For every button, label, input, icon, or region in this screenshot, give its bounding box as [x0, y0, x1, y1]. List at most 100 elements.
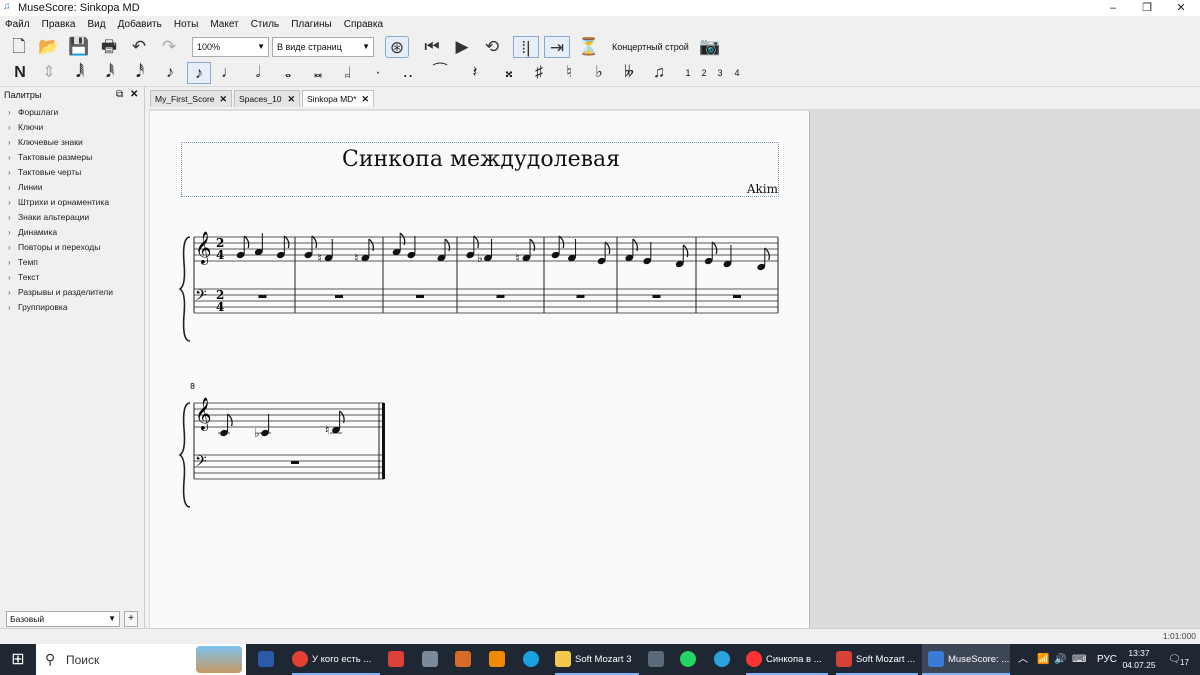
menu-style[interactable]: Стиль	[251, 17, 279, 33]
keyboard-icon[interactable]: ⌨	[1072, 644, 1086, 675]
rest-icon[interactable]: 𝄽	[463, 62, 487, 84]
office-app-icon[interactable]	[455, 644, 475, 675]
maximize-button[interactable]: ❐	[1132, 0, 1162, 16]
palette-item[interactable]: › Штрихи и орнаментика	[8, 197, 109, 207]
voice-4-button[interactable]: 4	[729, 62, 745, 84]
palette-item[interactable]: › Текст	[8, 272, 39, 282]
metronome-icon[interactable]: ⏳	[578, 36, 600, 58]
palette-item[interactable]: › Линии	[8, 182, 43, 192]
save-icon[interactable]: 💾	[68, 36, 90, 58]
taskbar-app-soft-mozart-folder[interactable]: Soft Mozart 3	[555, 644, 639, 675]
windows-start-icon[interactable]: ⊞	[0, 644, 36, 675]
double-dot-icon[interactable]: ‥	[396, 62, 420, 84]
note-32nd-icon[interactable]: 𝅘𝅥𝅱	[98, 62, 122, 84]
menu-file[interactable]: Файл	[5, 17, 30, 33]
note-64th-icon[interactable]: 𝅘𝅥𝅲	[68, 62, 92, 84]
volume-icon[interactable]: 🔊	[1054, 644, 1066, 675]
palette-item[interactable]: › Динамика	[8, 227, 57, 237]
tie-icon[interactable]: ⁀	[428, 62, 452, 84]
telegram-icon[interactable]	[714, 644, 734, 675]
print-icon[interactable]: 🖶	[98, 36, 120, 58]
clock[interactable]: 13:37 04.07.25	[1120, 647, 1158, 671]
flat-icon[interactable]: ♭	[587, 62, 611, 84]
add-workspace-button[interactable]: +	[124, 611, 138, 627]
close-tab-icon[interactable]: ✕	[219, 91, 227, 107]
anydesk-icon[interactable]	[388, 644, 408, 675]
taskbar-app-chrome[interactable]: У кого есть ...	[292, 644, 380, 675]
minimize-button[interactable]: ‒	[1098, 0, 1128, 16]
menu-notes[interactable]: Ноты	[174, 17, 198, 33]
tab-sinkopa-md[interactable]: Sinkopa MD* ✕	[302, 90, 374, 107]
menu-help[interactable]: Справка	[344, 17, 383, 33]
note-16th-icon[interactable]: 𝅘𝅥𝅰	[128, 62, 152, 84]
taskbar-app-musescore[interactable]: MuseScore: ...	[922, 644, 1010, 675]
note-longa-icon[interactable]: 𝆷	[336, 62, 360, 84]
palette-item[interactable]: › Темп	[8, 257, 38, 267]
voice-3-button[interactable]: 3	[712, 62, 728, 84]
tab-spaces-10[interactable]: Spaces_10 ✕	[234, 90, 300, 107]
skype-icon[interactable]	[523, 644, 543, 675]
close-window-button[interactable]: ✕	[1166, 0, 1196, 16]
voice-2-button[interactable]: 2	[696, 62, 712, 84]
workspace-select[interactable]: Базовый ▼	[6, 611, 120, 627]
sharp-icon[interactable]: ♯	[527, 62, 551, 84]
vlc-icon[interactable]	[489, 644, 509, 675]
chevron-up-icon[interactable]: ︿	[1018, 644, 1028, 675]
note-quarter-icon[interactable]: ♩	[217, 62, 241, 84]
taskbar-app-soft-mozart[interactable]: Soft Mozart ...	[836, 644, 918, 675]
score-notation[interactable]: 𝄞 24𝄢 24♮ ♮ ♭ ♮8𝄞𝄢♭ ♮	[150, 111, 810, 628]
view-mode-select[interactable]: В виде страниц ▼	[272, 37, 374, 57]
open-folder-icon[interactable]: 📂	[38, 36, 60, 58]
palette-item[interactable]: › Группировка	[8, 302, 68, 312]
menu-layout[interactable]: Макет	[210, 17, 238, 33]
menu-add[interactable]: Добавить	[118, 17, 162, 33]
undock-icon[interactable]: ⧉	[116, 89, 123, 100]
zoom-select[interactable]: 100% ▼	[192, 37, 269, 57]
augmentation-dot-icon[interactable]: ·	[366, 62, 390, 84]
palette-item[interactable]: › Ключи	[8, 122, 43, 132]
redo-icon[interactable]: ↷	[158, 36, 180, 58]
midi-input-icon[interactable]: ⊛	[385, 36, 409, 58]
menu-view[interactable]: Вид	[88, 17, 106, 33]
score-page[interactable]: Синкопа междудолевая Akim 𝄞 2 4 𝄢 2 4 ♮ ♮ ♭ ♮ 8 𝄞 𝄢 ♭…	[150, 111, 810, 628]
respell-icon[interactable]: ⇕	[37, 62, 61, 84]
palette-item[interactable]: › Форшлаги	[8, 107, 58, 117]
concert-pitch-toggle[interactable]: Концертный строй	[612, 42, 689, 52]
close-tab-icon[interactable]: ✕	[361, 91, 369, 107]
flip-direction-icon[interactable]: ♫	[647, 62, 671, 84]
pan-score-icon[interactable]: ⇥	[544, 36, 570, 58]
note-input-mode-icon[interactable]: N	[8, 62, 32, 84]
note-breve-icon[interactable]: 𝅜	[306, 62, 330, 84]
menu-edit[interactable]: Правка	[42, 17, 76, 33]
taskbar-search[interactable]: ⚲ Поиск	[36, 644, 246, 675]
palette-item[interactable]: › Тактовые размеры	[8, 152, 92, 162]
notifications-icon[interactable]: 🗨	[1168, 644, 1181, 675]
storage-app-icon[interactable]	[258, 644, 278, 675]
palette-item[interactable]: › Разрывы и разделители	[8, 287, 113, 297]
new-score-icon[interactable]: 🗋	[8, 36, 30, 58]
palette-item[interactable]: › Знаки альтерации	[8, 212, 89, 222]
palette-item[interactable]: › Повторы и переходы	[8, 242, 100, 252]
rewind-icon[interactable]: ⏮	[421, 36, 443, 58]
tab-my-first-score[interactable]: My_First_Score ✕	[150, 90, 232, 107]
note-whole-icon[interactable]: 𝅝	[276, 62, 300, 84]
play-repeats-icon[interactable]: ⁞|	[513, 36, 539, 58]
taskbar-app-yandex[interactable]: Синкопа в ...	[746, 644, 828, 675]
note-eighth-icon[interactable]: ♪	[158, 62, 182, 84]
note-half-icon[interactable]: 𝅗𝅥	[246, 62, 270, 84]
close-icon[interactable]: ✕	[130, 89, 138, 100]
play-icon[interactable]: ▶	[451, 36, 473, 58]
calculator-icon[interactable]	[648, 644, 668, 675]
double-flat-icon[interactable]: 𝄫	[617, 62, 641, 84]
palette-item[interactable]: › Тактовые черты	[8, 167, 81, 177]
menu-plugins[interactable]: Плагины	[291, 17, 332, 33]
natural-icon[interactable]: ♮	[557, 62, 581, 84]
language-indicator[interactable]: РУС	[1097, 644, 1117, 675]
whatsapp-icon[interactable]	[680, 644, 700, 675]
network-icon[interactable]: 📶	[1037, 644, 1049, 675]
undo-icon[interactable]: ↶	[128, 36, 150, 58]
note-eighth-selected-icon[interactable]: ♪	[187, 62, 211, 84]
palette-item[interactable]: › Ключевые знаки	[8, 137, 83, 147]
double-sharp-icon[interactable]: 𝄪	[497, 62, 521, 84]
tool-app-icon[interactable]	[422, 644, 442, 675]
